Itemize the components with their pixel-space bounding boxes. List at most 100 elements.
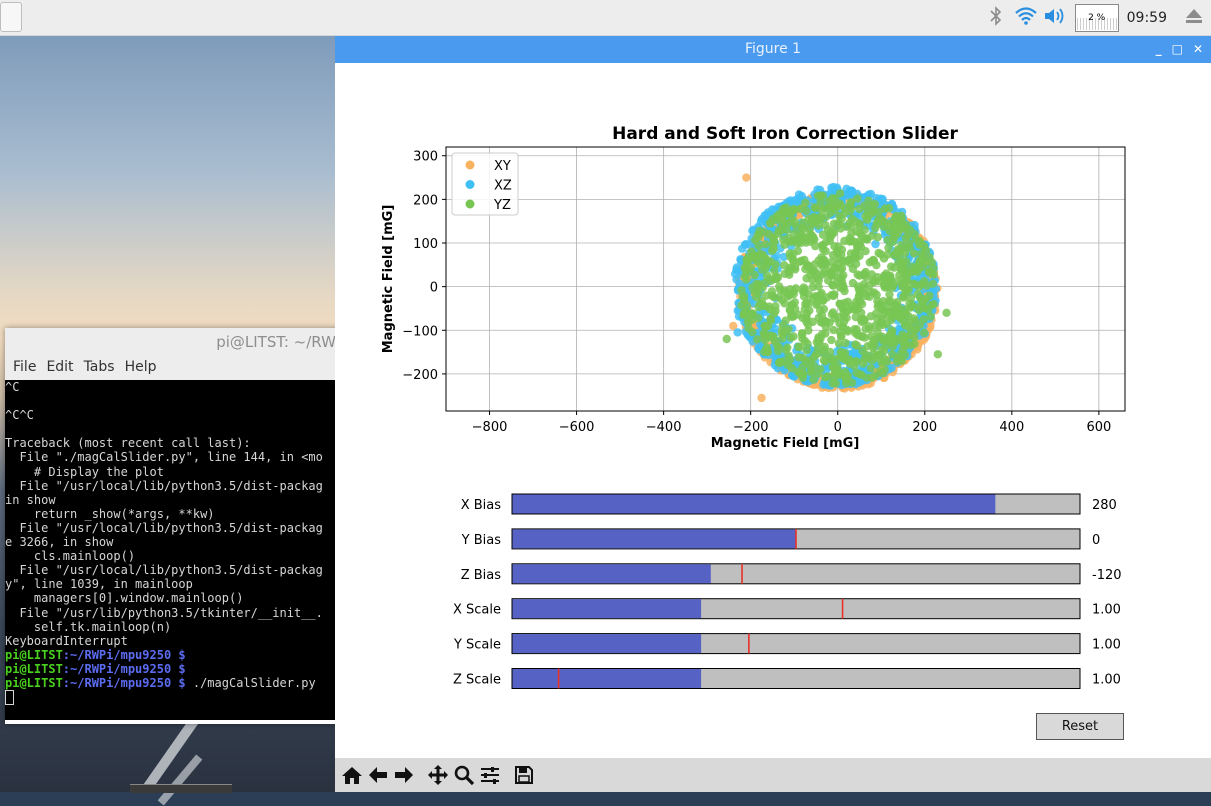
minimize-icon[interactable]: _: [1156, 36, 1162, 63]
prompt-user: pi@LITST: [5, 647, 63, 662]
cpu-monitor[interactable]: 2 %: [1074, 4, 1119, 32]
figure-window[interactable]: Figure 1 _ □ ✕ Hard and Soft Iron Correc…: [335, 36, 1211, 792]
eject-icon[interactable]: [1177, 8, 1211, 28]
slider-fill-y-scale: [512, 634, 702, 654]
terminal-line: KeyboardInterrupt: [5, 633, 128, 648]
scatter-point-yz: [871, 309, 881, 318]
scatter-point-yz: [800, 305, 809, 314]
scatter-point-yz: [834, 339, 844, 348]
scatter-point-yz: [800, 336, 810, 346]
x-tick-label: −200: [733, 420, 769, 435]
scatter-point-yz: [863, 206, 872, 216]
terminal-line: Traceback (most recent call last):: [5, 436, 251, 451]
terminal-line: File "/usr/local/lib/python3.5/dist-pack…: [5, 563, 323, 578]
scatter-point-yz: [847, 378, 857, 387]
scatter-point-yz: [827, 335, 836, 345]
slider-fill-z-scale: [512, 669, 702, 688]
scatter-point-yz: [861, 291, 871, 301]
scatter-point-yz: [880, 281, 889, 290]
x-tick-label: 0: [834, 420, 842, 435]
slider-label-x-scale: X Scale: [453, 603, 501, 618]
pan-icon[interactable]: [425, 762, 451, 788]
slider-label-y-scale: Y Scale: [453, 638, 501, 653]
scatter-point-yz: [806, 270, 815, 279]
scatter-point-yz: [829, 325, 838, 335]
scatter-point-yz: [750, 235, 760, 245]
scatter-point-yz: [855, 285, 865, 295]
scatter-point-yz: [748, 253, 758, 263]
figure-titlebar[interactable]: Figure 1 _ □ ✕: [335, 36, 1211, 63]
scatter-point-yz: [762, 271, 772, 280]
scatter-point-yz: [817, 205, 827, 214]
scatter-point-yz: [778, 219, 787, 229]
home-icon[interactable]: [339, 762, 365, 788]
scatter-point-yz: [809, 375, 818, 384]
forward-icon[interactable]: [391, 762, 417, 788]
bluetooth-icon[interactable]: [981, 5, 1011, 31]
scatter-point-yz: [856, 243, 866, 252]
scatter-point-yz: [922, 281, 932, 290]
scatter-point-yz: [837, 349, 846, 359]
back-icon[interactable]: [365, 762, 391, 788]
scatter-point-yz: [783, 360, 793, 370]
close-icon[interactable]: ✕: [1193, 36, 1203, 63]
terminal-window[interactable]: pi@LITST: ~/RWP File Edit Tabs Help ^C ^C…: [5, 328, 345, 724]
zoom-icon[interactable]: [451, 762, 477, 788]
scatter-point-yz: [883, 221, 893, 231]
scatter-point-yz: [886, 273, 895, 282]
scatter-point-yz: [873, 273, 882, 282]
legend-label-xy: XY: [494, 159, 511, 174]
configure-icon[interactable]: [477, 762, 503, 788]
scatter-point-yz: [826, 229, 835, 238]
scatter-point-yz: [908, 301, 917, 310]
scatter-point-yz: [845, 199, 855, 209]
scatter-point-yz: [838, 280, 847, 289]
scatter-point-yz: [910, 280, 920, 289]
terminal-line: e 3266, in show: [5, 535, 114, 550]
scatter-point-yz: [791, 284, 801, 293]
scatter-point-yz: [919, 315, 928, 324]
scatter-point-yz: [818, 296, 828, 305]
save-icon[interactable]: [511, 762, 537, 788]
slider-fill-x-bias: [512, 494, 996, 514]
slider-fill-z-bias: [512, 564, 711, 584]
scatter-point-yz: [778, 330, 787, 339]
scatter-point-yz: [763, 347, 772, 357]
scatter-point-yz: [831, 379, 840, 388]
scatter-point-yz: [740, 309, 749, 319]
scatter-point-yz: [759, 251, 768, 260]
maximize-icon[interactable]: □: [1172, 36, 1183, 63]
scatter-point-yz: [797, 256, 806, 265]
scatter-point-yz: [929, 299, 938, 309]
reset-button[interactable]: Reset: [1036, 713, 1124, 740]
matplotlib-canvas[interactable]: Hard and Soft Iron Correction Slider −80…: [335, 63, 1211, 758]
scatter-point-yz: [755, 226, 764, 236]
terminal-titlebar[interactable]: pi@LITST: ~/RWP: [5, 328, 345, 354]
menu-tabs[interactable]: Tabs: [84, 359, 115, 375]
scatter-point-yz: [853, 194, 862, 203]
clock[interactable]: 09:59: [1123, 10, 1177, 26]
prompt-path: :~/RWPi/mpu9250 $: [62, 647, 186, 662]
scatter-point-xy: [757, 393, 766, 403]
scatter-point-yz: [904, 321, 913, 331]
scatter-point-yz: [895, 354, 905, 364]
scatter-point-yz: [778, 321, 787, 330]
volume-icon[interactable]: [1041, 6, 1071, 30]
scatter-point-yz: [777, 295, 787, 305]
scatter-point-yz: [869, 288, 879, 297]
scatter-point-yz: [785, 290, 795, 299]
scatter-point-yz: [904, 239, 914, 248]
scatter-point-yz: [877, 344, 886, 354]
applications-menu-button[interactable]: [0, 2, 22, 32]
scatter-point-yz: [775, 282, 784, 291]
wifi-icon[interactable]: [1011, 6, 1041, 30]
scatter-point-yz: [798, 362, 807, 372]
scatter-points: [722, 173, 951, 403]
scatter-point-yz: [894, 220, 904, 230]
menu-file[interactable]: File: [13, 359, 36, 375]
menu-edit[interactable]: Edit: [46, 359, 73, 375]
legend-marker-xy: [465, 160, 475, 170]
menu-help[interactable]: Help: [125, 359, 157, 375]
scatter-point-yz: [848, 278, 858, 288]
terminal-output[interactable]: ^C ^C^C Traceback (most recent call last):…: [5, 380, 335, 720]
